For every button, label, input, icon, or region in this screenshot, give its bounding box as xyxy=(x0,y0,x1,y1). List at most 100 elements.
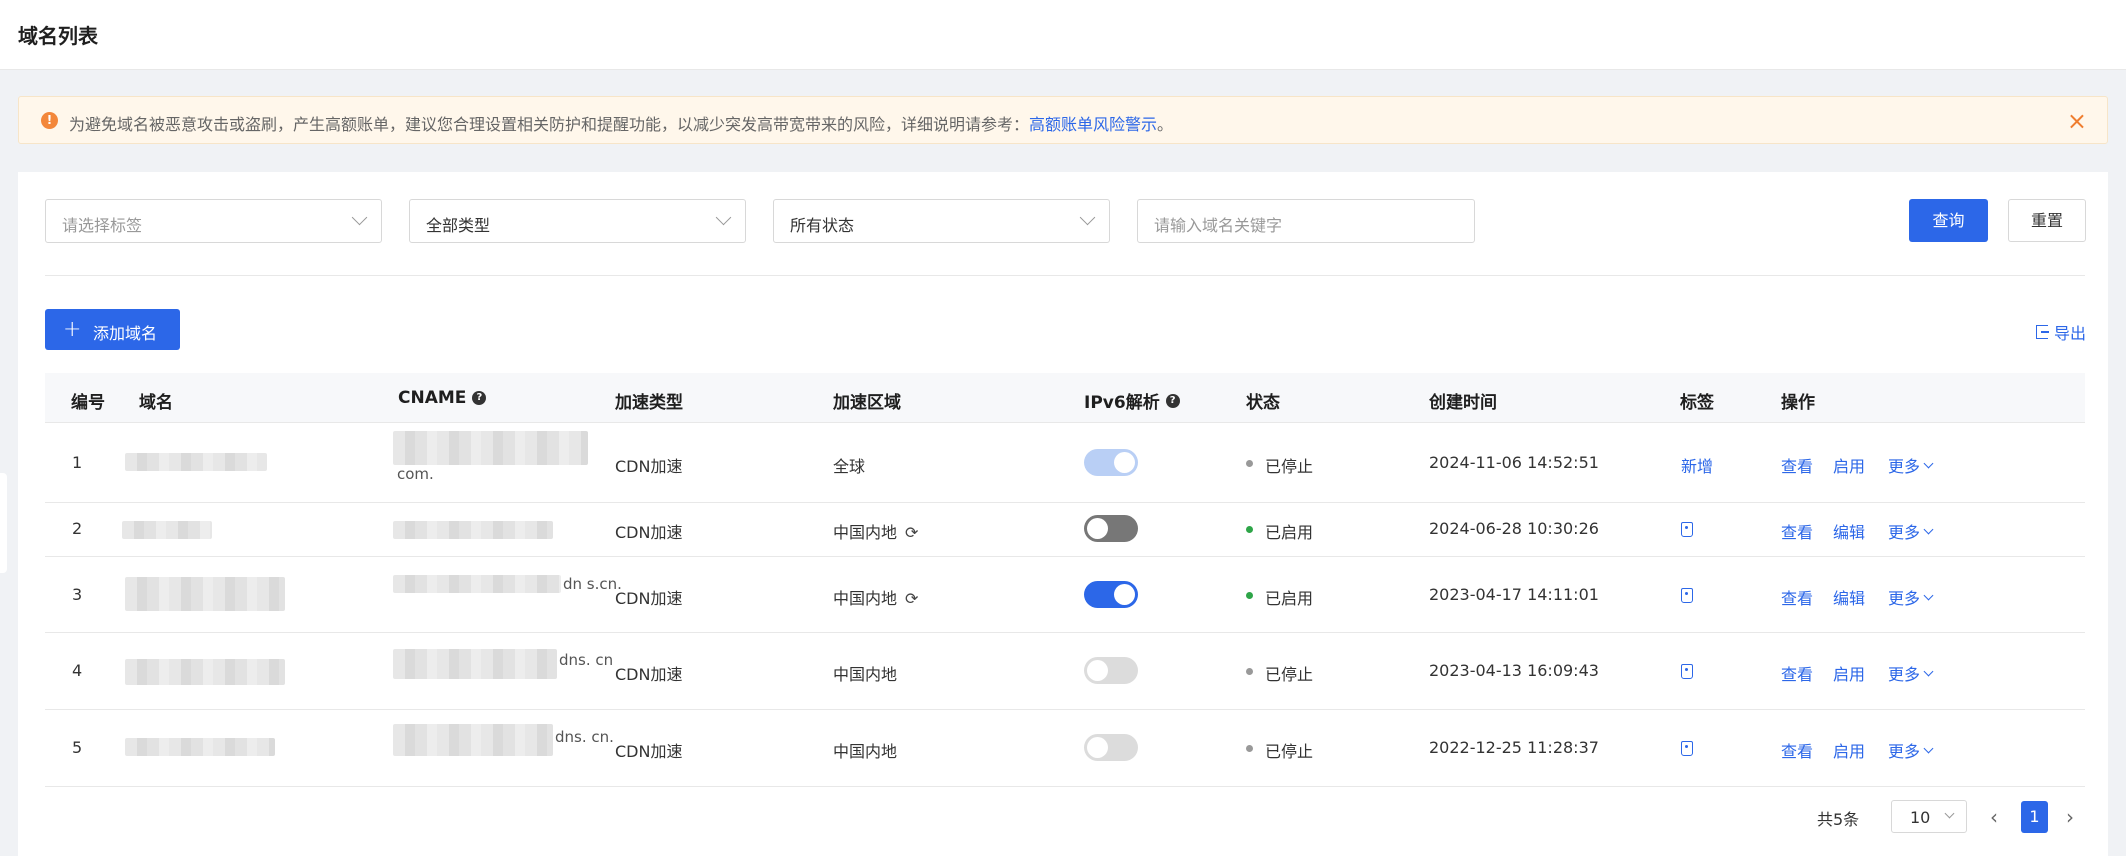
more-dropdown[interactable]: 更多 xyxy=(1888,585,1934,609)
row-region: 全球 xyxy=(833,457,866,476)
more-dropdown[interactable]: 更多 xyxy=(1888,661,1934,685)
help-icon[interactable]: ? xyxy=(1165,393,1180,408)
add-domain-button[interactable]: + 添加域名 xyxy=(45,309,180,350)
reset-button[interactable]: 重置 xyxy=(2008,199,2086,242)
more-dropdown[interactable]: 更多 xyxy=(1888,519,1934,543)
chevron-down-icon xyxy=(1923,666,1934,676)
row-status: 已停止 xyxy=(1265,665,1314,684)
col-created: 创建时间 xyxy=(1429,393,1497,413)
page-1-button[interactable]: 1 xyxy=(2021,801,2048,833)
page-title: 域名列表 xyxy=(18,24,98,48)
page-header: 域名列表 xyxy=(0,0,2126,70)
chevron-down-icon xyxy=(1944,808,1955,819)
row-region-label: 中国内地 xyxy=(833,589,898,608)
ipv6-toggle[interactable] xyxy=(1084,581,1138,608)
col-status: 状态 xyxy=(1246,393,1280,413)
domain-redacted xyxy=(125,453,267,471)
close-icon[interactable]: × xyxy=(2067,107,2087,135)
domain-keyword-input[interactable]: 请输入域名关键字 xyxy=(1137,199,1475,243)
export-button[interactable]: 导出 xyxy=(2035,320,2086,344)
keyword-placeholder: 请输入域名关键字 xyxy=(1154,216,1283,235)
row-region-label: 中国内地 xyxy=(833,523,898,542)
table-row: 3 dn s.cn. CDN加速 中国内地 ⟳ 已启用 2023-04-17 14… xyxy=(45,557,2085,633)
ipv6-toggle[interactable] xyxy=(1084,734,1138,761)
row-status: 已停止 xyxy=(1265,742,1314,761)
page-size-select[interactable]: 10 xyxy=(1891,800,1967,833)
row-status: 已启用 xyxy=(1265,523,1314,542)
ipv6-toggle[interactable] xyxy=(1084,449,1138,476)
refresh-icon[interactable]: ⟳ xyxy=(905,589,918,608)
alert-suffix: 。 xyxy=(1157,115,1174,134)
view-link[interactable]: 查看 xyxy=(1781,453,1813,477)
type-select[interactable]: 全部类型 xyxy=(409,199,746,243)
refresh-icon[interactable]: ⟳ xyxy=(905,523,918,542)
table-row: 2 CDN加速 中国内地 ⟳ 已启用 2024-06-28 10:30:26 查看… xyxy=(45,503,2085,557)
pagination-total: 共5条 xyxy=(1817,810,1860,829)
more-dropdown[interactable]: 更多 xyxy=(1888,738,1934,762)
cname-redacted xyxy=(393,431,588,465)
col-type: 加速类型 xyxy=(615,393,683,413)
chevron-down-icon xyxy=(1923,524,1934,534)
chevron-down-icon xyxy=(1923,458,1934,468)
tag-icon[interactable] xyxy=(1681,741,1693,756)
enable-link[interactable]: 启用 xyxy=(1833,453,1865,477)
view-link[interactable]: 查看 xyxy=(1781,738,1813,762)
query-button[interactable]: 查询 xyxy=(1909,199,1988,242)
row-created: 2023-04-17 14:11:01 xyxy=(1429,585,1599,604)
row-id: 4 xyxy=(72,661,83,680)
status-dot xyxy=(1246,460,1253,467)
table-row: 5 dns. cn. CDN加速 中国内地 已停止 2022-12-25 11:… xyxy=(45,710,2085,787)
more-label: 更多 xyxy=(1888,742,1921,761)
tag-icon[interactable] xyxy=(1681,522,1693,537)
help-icon[interactable]: ? xyxy=(472,391,487,405)
status-dot xyxy=(1246,592,1253,599)
col-id: 编号 xyxy=(71,393,105,413)
view-link[interactable]: 查看 xyxy=(1781,661,1813,685)
row-id: 5 xyxy=(72,738,83,757)
more-dropdown[interactable]: 更多 xyxy=(1888,453,1934,477)
col-ipv6-label: IPv6解析 xyxy=(1084,393,1160,413)
ipv6-toggle[interactable] xyxy=(1084,657,1138,684)
domain-redacted xyxy=(125,577,285,611)
status-select[interactable]: 所有状态 xyxy=(773,199,1110,243)
chevron-down-icon xyxy=(351,209,368,226)
tag-select[interactable]: 请选择标签 xyxy=(45,199,382,243)
edit-link[interactable]: 编辑 xyxy=(1833,519,1865,543)
col-ops: 操作 xyxy=(1781,393,1815,413)
more-label: 更多 xyxy=(1888,589,1921,608)
next-page-icon[interactable]: › xyxy=(2066,805,2074,829)
row-type: CDN加速 xyxy=(615,742,683,761)
col-ipv6: IPv6解析 ? xyxy=(1084,388,1180,413)
chevron-down-icon xyxy=(1923,743,1934,753)
enable-link[interactable]: 启用 xyxy=(1833,661,1865,685)
row-id: 2 xyxy=(72,519,83,538)
more-label: 更多 xyxy=(1888,523,1921,542)
status-dot xyxy=(1246,745,1253,752)
row-region: 中国内地 ⟳ xyxy=(833,585,918,609)
enable-link[interactable]: 启用 xyxy=(1833,738,1865,762)
prev-page-icon[interactable]: ‹ xyxy=(1990,805,1998,829)
table-header: 编号 域名 CNAME ? 加速类型 加速区域 IPv6解析 ? 状态 创建时间… xyxy=(45,373,2085,423)
row-type: CDN加速 xyxy=(615,665,683,684)
export-icon xyxy=(2035,325,2049,339)
edit-link[interactable]: 编辑 xyxy=(1833,585,1865,609)
chevron-down-icon xyxy=(715,209,732,226)
alert-link[interactable]: 高额账单风险警示 xyxy=(1029,115,1157,134)
tag-icon[interactable] xyxy=(1681,588,1693,603)
view-link[interactable]: 查看 xyxy=(1781,519,1813,543)
view-link[interactable]: 查看 xyxy=(1781,585,1813,609)
status-dot xyxy=(1246,668,1253,675)
row-region: 中国内地 xyxy=(833,742,898,761)
tag-icon[interactable] xyxy=(1681,664,1693,679)
plus-icon: + xyxy=(63,317,82,342)
add-domain-label: 添加域名 xyxy=(93,324,158,343)
col-region: 加速区域 xyxy=(833,393,901,413)
sidebar-collapse-handle[interactable] xyxy=(0,473,7,573)
page-size-value: 10 xyxy=(1910,808,1931,827)
add-tag-link[interactable]: 新增 xyxy=(1681,453,1713,477)
row-type: CDN加速 xyxy=(615,523,683,542)
cname-tail: dns. cn xyxy=(559,651,614,669)
cname-redacted xyxy=(393,521,553,539)
ipv6-toggle[interactable] xyxy=(1084,515,1138,542)
cname-tail: com. xyxy=(397,465,434,483)
